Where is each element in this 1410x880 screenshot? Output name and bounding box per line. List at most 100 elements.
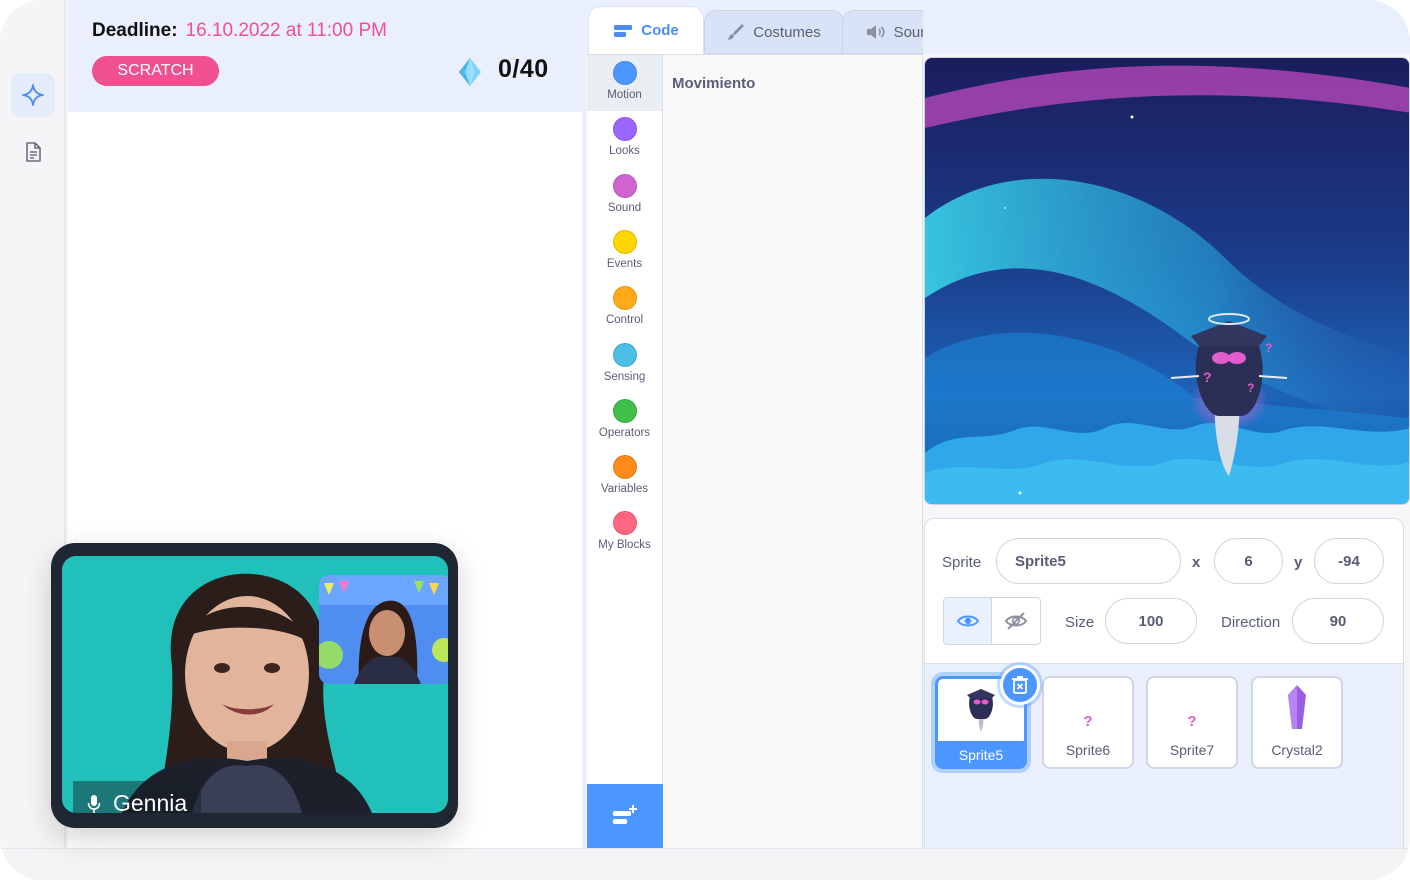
- task-header: Deadline: 16.10.2022 at 11:00 PM SCRATCH …: [68, 0, 582, 112]
- panel-divider[interactable]: [582, 0, 586, 848]
- svg-text:?: ?: [1203, 369, 1212, 385]
- x-label: x: [1192, 554, 1201, 571]
- diamond-icon: [459, 58, 481, 86]
- category-color-dot: [612, 61, 637, 85]
- category-motion[interactable]: Motion: [587, 55, 662, 111]
- question-mark-icon: ?: [1187, 712, 1197, 730]
- course-tag: SCRATCH: [92, 56, 219, 86]
- sprite-name-value: Sprite5: [1015, 552, 1066, 570]
- svg-text:?: ?: [1265, 341, 1272, 355]
- trash-icon: [1012, 676, 1028, 694]
- tab-costumes[interactable]: Costumes: [704, 10, 844, 54]
- y-value: -94: [1338, 552, 1360, 570]
- category-events[interactable]: Events: [587, 224, 662, 280]
- category-label: My Blocks: [598, 539, 651, 552]
- delete-sprite-button[interactable]: [1000, 665, 1040, 705]
- category-my-blocks[interactable]: My Blocks: [587, 505, 662, 561]
- category-label: Control: [605, 314, 644, 327]
- participant-video: Gennia: [62, 556, 448, 813]
- tabs-bar-fill: [923, 0, 1410, 54]
- category-control[interactable]: Control: [587, 280, 662, 336]
- sprite-tile-label: Sprite5: [958, 747, 1004, 763]
- palette-section-title: Movimiento: [672, 75, 756, 92]
- direction-value: 90: [1329, 612, 1347, 630]
- deadline: Deadline: 16.10.2022 at 11:00 PM: [92, 20, 387, 42]
- category-color-dot: [612, 117, 637, 142]
- sprite-list: Sprite5 ? Sprite6 ? Sprite7 Crystal2: [924, 664, 1404, 848]
- question-mark-icon: ?: [1083, 712, 1093, 730]
- sprite-tile-label: Sprite6: [1065, 742, 1111, 758]
- sprite-thumbnail: [1253, 678, 1341, 738]
- stage[interactable]: ? ? ?: [924, 57, 1410, 505]
- category-color-dot: [612, 286, 637, 311]
- rail-item-document[interactable]: [11, 130, 55, 174]
- teacher-video[interactable]: [319, 575, 448, 684]
- category-operators[interactable]: Operators: [587, 393, 662, 449]
- block-palette: Movimiento: [663, 54, 923, 848]
- size-input[interactable]: 100: [1105, 598, 1197, 644]
- app-frame: Deadline: 16.10.2022 at 11:00 PM SCRATCH …: [0, 0, 1410, 880]
- show-sprite-button[interactable]: [944, 598, 993, 644]
- category-looks[interactable]: Looks: [587, 111, 662, 167]
- y-label: y: [1294, 554, 1303, 571]
- hide-sprite-button[interactable]: [992, 598, 1040, 644]
- y-input[interactable]: -94: [1314, 538, 1384, 584]
- visibility-toggle: [943, 597, 1041, 645]
- add-extension-icon: [613, 805, 637, 824]
- eye-slash-icon: [1005, 612, 1027, 630]
- eye-icon: [956, 615, 979, 627]
- category-label: Looks: [609, 145, 640, 158]
- tab-code[interactable]: Code: [588, 6, 704, 54]
- code-blocks-icon: [614, 24, 633, 37]
- category-color-dot: [612, 455, 637, 480]
- category-variables[interactable]: Variables: [587, 449, 662, 505]
- sprite-tile-sprite6[interactable]: ? Sprite6: [1042, 676, 1134, 769]
- document-icon: [26, 142, 41, 162]
- svg-text:?: ?: [1247, 381, 1254, 395]
- sprite-name-input[interactable]: Sprite5: [996, 538, 1181, 584]
- sprite-tile-label: Sprite7: [1169, 742, 1215, 758]
- category-label: Operators: [598, 426, 651, 439]
- x-value: 6: [1244, 552, 1253, 570]
- add-extension-button[interactable]: [587, 784, 663, 848]
- tab-code-label: Code: [641, 22, 679, 39]
- category-color-dot: [612, 398, 637, 423]
- category-label: Sensing: [603, 370, 646, 383]
- category-label: Sound: [607, 201, 642, 214]
- size-label: Size: [1065, 614, 1095, 631]
- teacher-video-feed: [319, 575, 448, 684]
- category-color-dot: [612, 511, 637, 536]
- participant-name: Gennia: [113, 790, 188, 813]
- category-color-dot: [612, 342, 637, 367]
- direction-input[interactable]: 90: [1292, 598, 1384, 644]
- category-label: Motion: [607, 89, 642, 101]
- category-color-dot: [612, 229, 637, 254]
- x-input[interactable]: 6: [1214, 538, 1283, 584]
- deadline-value: 16.10.2022 at 11:00 PM: [185, 20, 387, 41]
- video-call-window[interactable]: Gennia: [51, 543, 458, 828]
- microphone-icon: [87, 794, 101, 813]
- category-label: Variables: [600, 483, 649, 496]
- speaker-icon: [866, 25, 885, 39]
- sprite-tile-crystal2[interactable]: Crystal2: [1251, 676, 1343, 769]
- crystal-icon: [1288, 685, 1306, 729]
- rail-item-sparkle[interactable]: [11, 73, 55, 117]
- category-sound[interactable]: Sound: [587, 168, 662, 224]
- stage-scene: ? ? ?: [925, 58, 1409, 504]
- tab-costumes-label: Costumes: [753, 23, 821, 41]
- sprite-tile-sprite7[interactable]: ? Sprite7: [1146, 676, 1238, 769]
- sprite-label: Sprite: [942, 554, 982, 571]
- sprite-info-panel: Sprite Sprite5 x 6 y -94 Size 100 Direct…: [924, 518, 1404, 664]
- brush-icon: [728, 24, 745, 40]
- category-label: Events: [606, 257, 643, 270]
- category-sensing[interactable]: Sensing: [587, 337, 662, 393]
- editor-tabs: Code Costumes Sounds: [586, 0, 968, 54]
- deadline-label: Deadline:: [92, 20, 178, 41]
- category-color-dot: [612, 173, 637, 198]
- sprite-thumbnail: ?: [1148, 678, 1236, 738]
- size-value: 100: [1138, 612, 1164, 630]
- participant-name-tag: Gennia: [73, 781, 201, 813]
- category-menu: Motion Looks Sound Events Control Sensing Oper…: [587, 54, 663, 848]
- sprite-tile-label: Crystal2: [1271, 742, 1323, 758]
- sparkle-icon: [22, 84, 44, 106]
